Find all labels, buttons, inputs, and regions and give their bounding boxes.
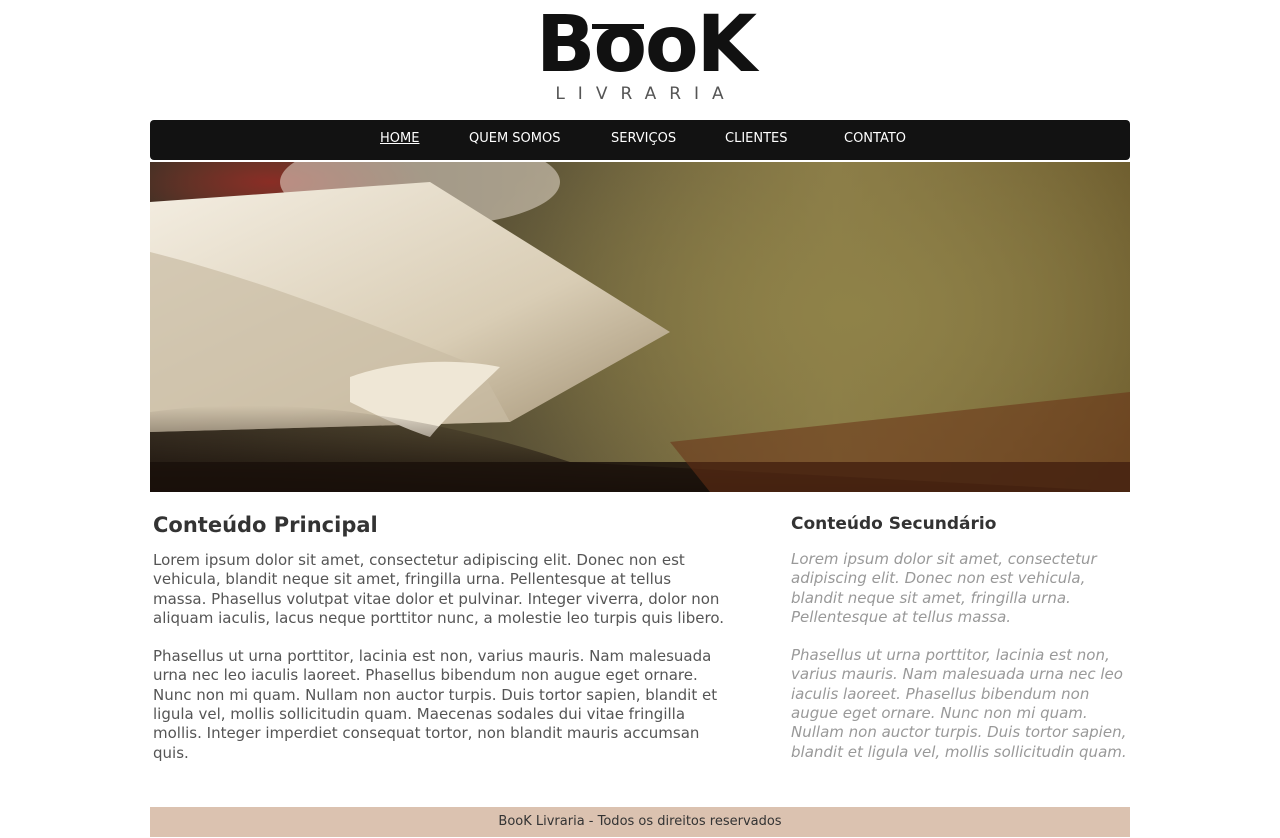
logo-wordmark: BooK — [536, 0, 757, 90]
footer-text: BooK Livraria - Todos os direitos reserv… — [498, 814, 782, 829]
nav-item-contato[interactable]: CONTATO — [844, 131, 906, 146]
nav-item-servicos[interactable]: SERVIÇOS — [611, 131, 676, 146]
secondary-paragraph: Phasellus ut urna porttitor, lacinia est… — [791, 646, 1127, 761]
nav-item-quem-somos[interactable]: QUEM SOMOS — [469, 131, 561, 146]
secondary-content: Conteúdo Secundário Lorem ipsum dolor si… — [791, 505, 1131, 762]
footer: BooK Livraria - Todos os direitos reserv… — [150, 807, 1130, 837]
nav-item-clientes[interactable]: CLIENTES — [725, 131, 788, 146]
site-logo[interactable]: BooK LIVRARIA — [536, 6, 757, 110]
secondary-paragraph: Lorem ipsum dolor sit amet, consectetur … — [791, 550, 1097, 626]
logo-overline — [592, 24, 644, 29]
nav-item-home[interactable]: HOME — [380, 131, 419, 146]
main-title: Conteúdo Principal — [153, 513, 378, 537]
main-paragraph: Phasellus ut urna porttitor, lacinia est… — [153, 647, 718, 762]
main-paragraph: Lorem ipsum dolor sit amet, consectetur … — [153, 551, 725, 627]
header: BooK LIVRARIA — [0, 0, 1280, 120]
open-book-illustration — [150, 162, 1130, 492]
secondary-title: Conteúdo Secundário — [791, 514, 997, 534]
main-content: Conteúdo Principal Lorem ipsum dolor sit… — [153, 505, 728, 763]
logo-subtitle: LIVRARIA — [555, 84, 737, 104]
hero-image — [150, 162, 1130, 492]
main-navigation: HOME QUEM SOMOS SERVIÇOS CLIENTES CONTAT… — [150, 120, 1130, 160]
